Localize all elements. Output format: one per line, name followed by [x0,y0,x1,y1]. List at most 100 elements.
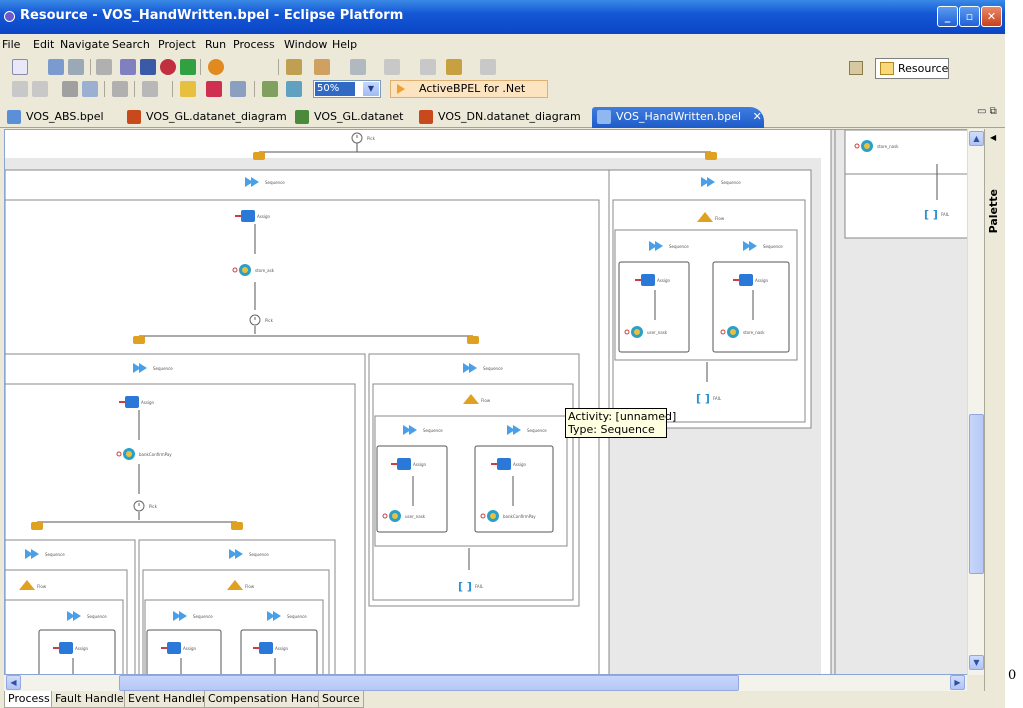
tab-process[interactable]: Process [4,691,54,708]
layout-icon[interactable] [82,81,98,97]
menu-help[interactable]: Help [332,38,357,51]
vertical-scrollbar[interactable]: ▲ ▼ [967,129,984,675]
assign-node-label: Assign [657,278,671,283]
export-icon[interactable] [230,81,246,97]
assign-node-label: Assign [413,462,427,467]
menu-file[interactable]: File [2,38,20,51]
sequence-box[interactable] [38,629,116,675]
zoom-icon[interactable] [286,81,302,97]
window-title: Resource - VOS_HandWritten.bpel - Eclips… [20,8,404,23]
zoom-select[interactable]: 50% ▼ [313,80,381,98]
print-icon[interactable] [68,59,84,75]
menu-project[interactable]: Project [158,38,196,51]
menu-window[interactable]: Window [284,38,327,51]
scroll-down-button[interactable]: ▼ [969,655,984,670]
new-icon[interactable] [12,59,28,75]
tab-vos-gl-datanet-diagram[interactable]: VOS_GL.datanet_diagram [122,107,287,128]
tab-vos-dn-datanet-diagram[interactable]: VOS_DN.datanet_diagram [414,107,584,128]
pick-node[interactable]: Pick [351,132,376,144]
delete-icon[interactable] [62,81,78,97]
maximize-button[interactable]: ▫ [959,6,980,27]
scroll-right-button[interactable]: ▶ [950,675,965,690]
flow-node-label: Flow [481,398,491,403]
palette-panel[interactable]: ◀ Palette [984,129,1005,691]
scroll-left-button[interactable]: ◀ [6,675,21,690]
scroll-up-button[interactable]: ▲ [969,131,984,146]
menu-run[interactable]: Run [205,38,226,51]
tab-vos-gl-datanet[interactable]: VOS_GL.datanet [290,107,405,128]
save-icon[interactable] [48,59,64,75]
link-icon[interactable] [133,336,145,344]
sequence-box[interactable] [474,445,554,533]
next-annotation-icon[interactable] [384,59,400,75]
search-icon[interactable] [350,59,366,75]
server-icon[interactable] [160,59,176,75]
invoke-node-label: store_ask [255,268,275,273]
bpel-file-icon [7,110,21,124]
resource-perspective-button[interactable]: Resource [875,58,949,79]
deploy-icon[interactable] [180,59,196,75]
debug-icon[interactable] [120,59,136,75]
tab-vos-abs-bpel[interactable]: VOS_ABS.bpel [2,107,115,128]
link-icon[interactable] [112,81,128,97]
horizontal-scrollbar[interactable]: ◀ ▶ [4,675,967,691]
close-tab-icon[interactable]: ✕ [753,110,762,123]
tab-event-handlers[interactable]: Event Handlers [124,691,217,708]
invoke-node-label: bankConfirmPay [139,452,172,457]
clear-icon[interactable] [206,81,222,97]
forward-icon[interactable] [480,59,496,75]
invoke-node-label: store_nask [743,330,765,335]
sequence-node-label: Sequence [193,614,213,619]
sequence-node-label: Sequence [527,428,547,433]
open-perspective-icon[interactable] [849,61,863,75]
tab-vos-handwritten-bpel[interactable]: VOS_HandWritten.bpel ✕ [592,107,764,128]
zoom-fit-icon[interactable] [262,81,278,97]
sequence-node-label: Sequence [265,180,285,185]
zoom-value: 50% [315,82,355,96]
view-controls[interactable]: ▭ ⧉ [977,106,997,117]
link-icon[interactable] [31,522,43,530]
edit-icon[interactable] [286,59,302,75]
validate-icon[interactable] [180,81,196,97]
undo-icon[interactable] [12,81,28,97]
flow-node-label: Flow [245,584,255,589]
sequence-box[interactable] [376,445,448,533]
process-canvas[interactable]: Pick Sequence Sequence Assign store_ask Pick S… [4,129,984,675]
open-type-icon[interactable] [314,59,330,75]
palette-collapse-icon[interactable]: ◀ [990,133,996,142]
play-icon [397,84,405,94]
link-icon[interactable] [253,152,265,160]
horizontal-scroll-thumb[interactable] [119,675,739,691]
sequence-node-label: Sequence [87,614,107,619]
datanet-file-icon [295,110,309,124]
build-icon[interactable] [96,59,112,75]
bottom-tab-bar: Process Fault Handlers Event Handlers Co… [0,691,1005,708]
engine-selector[interactable]: ActiveBPEL for .Net [390,80,548,98]
sequence-box[interactable] [240,629,318,675]
chevron-down-icon[interactable]: ▼ [363,82,379,96]
link-icon[interactable] [705,152,717,160]
tab-source[interactable]: Source [318,691,364,708]
title-bar[interactable]: Resource - VOS_HandWritten.bpel - Eclips… [0,0,1005,34]
close-button[interactable]: ✕ [981,6,1002,27]
palette-label: Palette [987,189,1000,234]
align-icon[interactable] [142,81,158,97]
link-icon[interactable] [467,336,479,344]
back-icon[interactable] [446,59,462,75]
console-icon[interactable] [140,59,156,75]
sequence-node-label: Sequence [721,180,741,185]
minimize-button[interactable]: _ [937,6,958,27]
vertical-scroll-thumb[interactable] [969,414,984,574]
menu-navigate[interactable]: Navigate [60,38,109,51]
last-edit-icon[interactable] [420,59,436,75]
bpel-diagram: Pick Sequence Sequence Assign store_ask Pick S… [5,130,983,675]
redo-icon[interactable] [32,81,48,97]
run-icon[interactable] [208,59,224,75]
menu-search[interactable]: Search [112,38,150,51]
menu-process[interactable]: Process [233,38,275,51]
sequence-box[interactable] [146,629,222,675]
invoke-node-label: store_nask [877,144,899,149]
flow-body[interactable] [844,130,982,175]
link-icon[interactable] [231,522,243,530]
menu-edit[interactable]: Edit [33,38,54,51]
